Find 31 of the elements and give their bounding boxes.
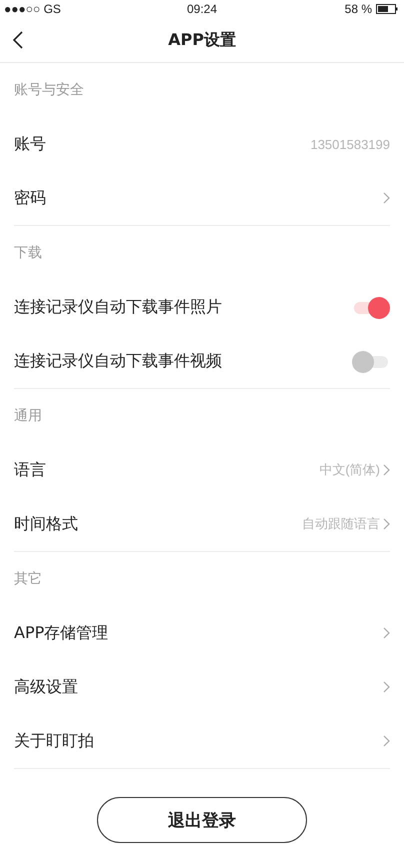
setting-label[interactable]: 密码: [14, 188, 46, 208]
section-header: 下载: [14, 244, 42, 262]
setting-label[interactable]: 连接记录仪自动下载事件照片: [14, 296, 222, 318]
carrier-signal: ●●●○○ GS: [4, 2, 61, 16]
clock-time: 09:24: [186, 2, 218, 16]
chevron-icon[interactable]: [383, 464, 390, 476]
section-header: 其它: [14, 570, 42, 588]
setting-value: 13501583199: [310, 136, 390, 152]
back-icon[interactable]: [12, 31, 24, 49]
setting-label[interactable]: 连接记录仪自动下载事件视频: [14, 350, 222, 372]
setting-value: 自动跟随语言: [302, 515, 380, 533]
chevron-icon[interactable]: [383, 518, 390, 530]
setting-label[interactable]: APP存储管理: [14, 622, 108, 644]
setting-label[interactable]: 语言: [14, 460, 46, 480]
setting-value: 中文(简体): [319, 461, 380, 479]
page-title: APP设置: [168, 30, 236, 50]
chevron-icon[interactable]: [383, 735, 390, 747]
logout-button[interactable]: 退出登录: [97, 797, 307, 843]
section-header: 通用: [14, 407, 42, 425]
chevron-icon[interactable]: [383, 192, 390, 204]
setting-label[interactable]: 时间格式: [14, 514, 78, 534]
setting-label[interactable]: 高级设置: [14, 676, 78, 698]
chevron-icon[interactable]: [383, 681, 390, 693]
setting-label[interactable]: 关于盯盯拍: [14, 730, 94, 752]
battery-percent: 58 %: [344, 2, 372, 16]
setting-label[interactable]: 账号: [14, 134, 46, 154]
section-header: 账号与安全: [14, 81, 84, 99]
battery-icon: [376, 4, 398, 14]
toggle-switch[interactable]: [352, 296, 390, 318]
chevron-icon[interactable]: [383, 627, 390, 639]
toggle-switch[interactable]: [352, 350, 390, 372]
